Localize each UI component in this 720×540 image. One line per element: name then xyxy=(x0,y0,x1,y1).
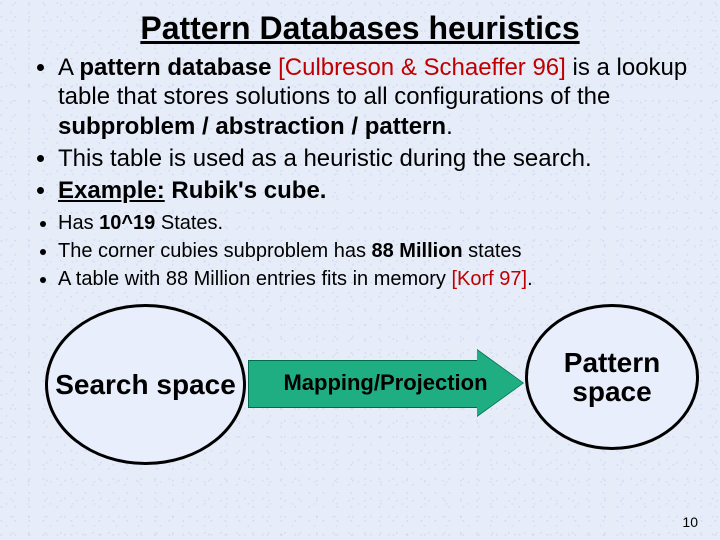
text-fragment: Has xyxy=(58,212,99,234)
text-fragment: The corner cubies subproblem has xyxy=(58,240,372,262)
bullet-1: A pattern database [Culbreson & Schaeffe… xyxy=(58,53,690,141)
text-bold: 10^19 xyxy=(99,212,155,234)
arrow-label: Mapping/Projection xyxy=(248,352,523,414)
ellipse-pattern-space: Pattern space xyxy=(525,304,699,450)
text-bold: 88 Million xyxy=(372,240,463,262)
text-fragment: A xyxy=(58,54,79,81)
text-fragment: states xyxy=(463,240,522,262)
text-bold: pattern database xyxy=(79,54,271,81)
diagram: Search space Mapping/Projection Pattern … xyxy=(0,294,720,484)
page-number: 10 xyxy=(682,514,698,530)
ellipse-label: Search space xyxy=(55,370,236,399)
bullet-2: This table is used as a heuristic during… xyxy=(58,144,690,173)
text-fragment: States. xyxy=(155,212,223,234)
example-text: Rubik's cube. xyxy=(165,177,327,204)
citation: [Culbreson & Schaeffer 96] xyxy=(278,54,566,81)
example-label: Example: xyxy=(58,177,165,204)
sub-bullet-2: The corner cubies subproblem has 88 Mill… xyxy=(58,239,690,265)
ellipse-label: Pattern space xyxy=(528,348,696,407)
text-fragment: . xyxy=(446,113,453,140)
text-fragment: . xyxy=(527,268,533,290)
arrow-mapping: Mapping/Projection xyxy=(248,352,523,414)
ellipse-search-space: Search space xyxy=(45,304,246,465)
text-bold: subproblem / abstraction / pattern xyxy=(58,113,446,140)
bullet-3: Example: Rubik's cube. xyxy=(58,176,690,205)
sub-bullet-1: Has 10^19 States. xyxy=(58,211,690,237)
main-bullets: A pattern database [Culbreson & Schaeffe… xyxy=(30,53,690,205)
slide-title: Pattern Databases heuristics xyxy=(0,0,720,53)
sub-bullets: Has 10^19 States. The corner cubies subp… xyxy=(30,211,690,292)
citation: [Korf 97] xyxy=(452,268,528,290)
sub-bullet-3: A table with 88 Million entries fits in … xyxy=(58,267,690,293)
text-fragment: A table with 88 Million entries fits in … xyxy=(58,268,452,290)
